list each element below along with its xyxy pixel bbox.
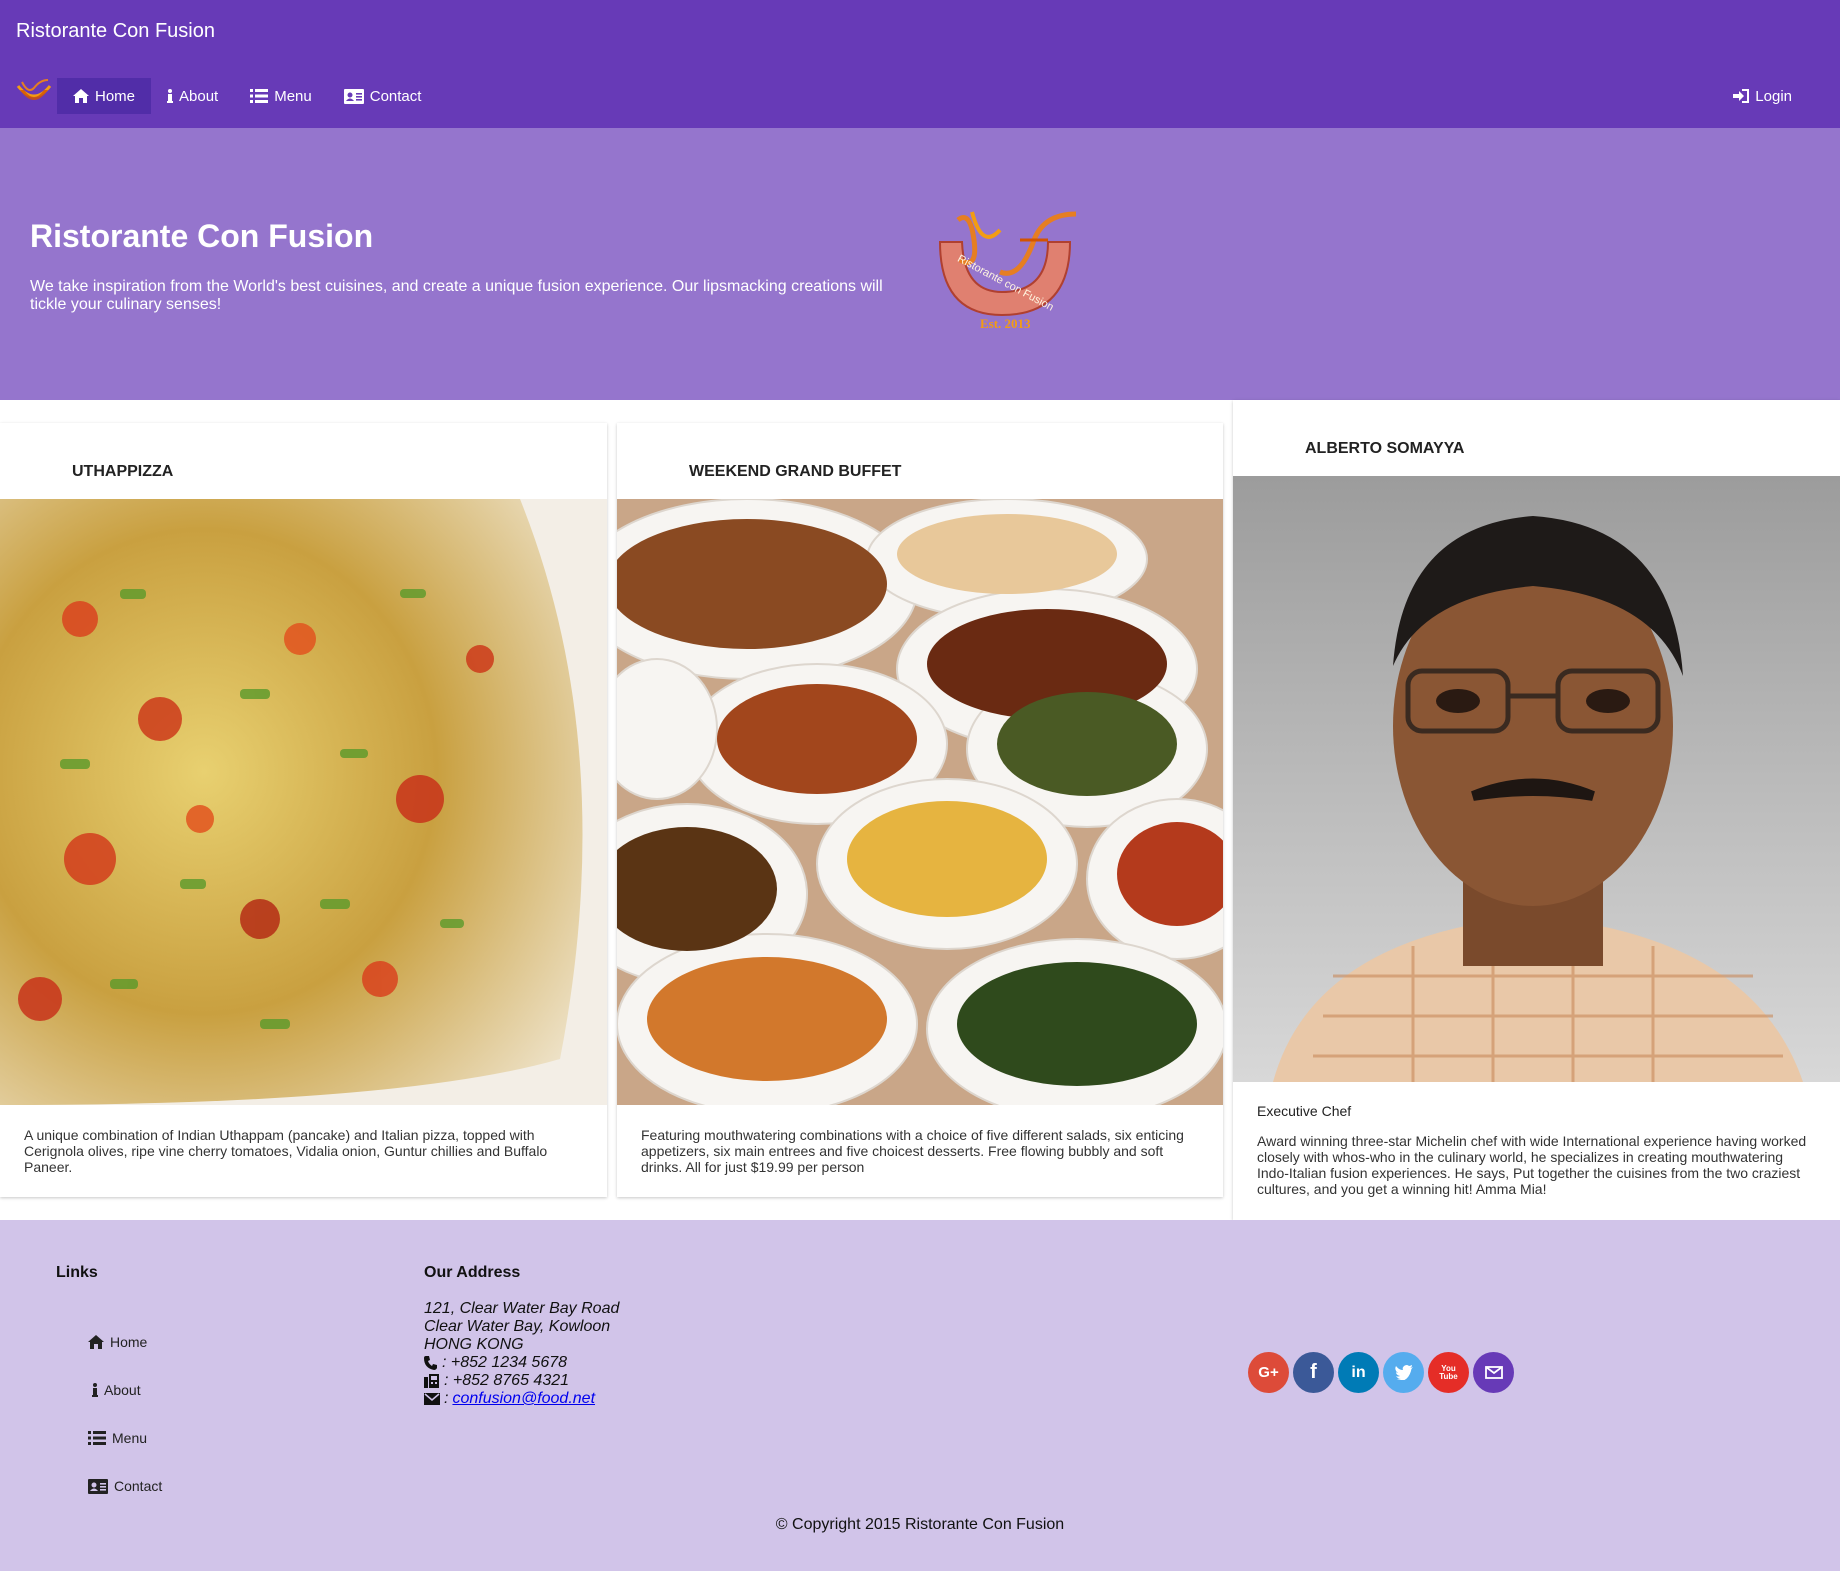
envelope-icon	[424, 1393, 440, 1405]
email-prefix: :	[444, 1390, 449, 1407]
address-block: 121, Clear Water Bay Road Clear Water Ba…	[424, 1300, 619, 1408]
login-label: Login	[1755, 87, 1792, 105]
address-line: 121, Clear Water Bay Road	[424, 1300, 620, 1317]
address-line: Clear Water Bay, Kowloon	[424, 1318, 611, 1335]
sign-in-icon	[1733, 89, 1750, 103]
login-button[interactable]: Login	[1717, 78, 1808, 114]
facebook-icon[interactable]: f	[1293, 1352, 1334, 1393]
chef-photo	[1233, 476, 1840, 1082]
links-heading: Links	[56, 1264, 98, 1281]
footer-links: Home About Menu Contact	[88, 1318, 162, 1510]
fax-line: : +852 8765 4321	[424, 1372, 619, 1390]
jumbotron-title: Ristorante Con Fusion	[30, 218, 374, 254]
nav-menu-label: Menu	[274, 87, 312, 105]
chef-card: ALBERTO SOMAYYA Executive Chef Award win…	[1233, 400, 1840, 1220]
youtube-icon[interactable]: You Tube	[1428, 1352, 1469, 1393]
nav-home-label: Home	[95, 87, 136, 105]
phone-number: : +852 1234 5678	[442, 1354, 568, 1371]
jumbotron-text: We take inspiration from the World's bes…	[30, 278, 883, 313]
phone-icon	[424, 1356, 437, 1370]
footer-link-label: Home	[110, 1334, 148, 1350]
address-card-icon	[88, 1478, 108, 1494]
fax-icon	[424, 1374, 439, 1388]
info-icon	[92, 1383, 98, 1397]
card-title: UTHAPPIZZA	[72, 463, 174, 480]
list-icon	[250, 89, 269, 103]
nav-contact-label: Contact	[369, 87, 422, 105]
google-plus-icon[interactable]: G+	[1248, 1352, 1289, 1393]
social-buttons: G+ f in You Tube	[1248, 1352, 1514, 1393]
chef-designation: Executive Chef	[1257, 1103, 1352, 1119]
address-line: HONG KONG	[424, 1336, 524, 1353]
home-icon	[88, 1335, 104, 1349]
copyright: © Copyright 2015 Ristorante Con Fusion	[775, 1516, 1065, 1533]
footer-link-about[interactable]: About	[88, 1366, 162, 1414]
restaurant-logo: Ristorante con Fusion Est. 2013	[938, 211, 1077, 330]
email-icon[interactable]	[1473, 1352, 1514, 1393]
pizza-photo	[0, 499, 607, 1105]
footer-link-menu[interactable]: Menu	[88, 1414, 162, 1462]
dish-card: WEEKEND GRAND BUFFET Featuring mouthwate…	[617, 423, 1223, 1197]
dish-card: UTHAPPIZZA A unique combination of India…	[0, 423, 607, 1197]
brand-logo-icon[interactable]	[14, 76, 54, 108]
card-description: Award winning three-star Michelin chef w…	[1257, 1133, 1807, 1197]
nav-contact[interactable]: Contact	[328, 78, 438, 114]
card-title: ALBERTO SOMAYYA	[1305, 440, 1465, 457]
home-icon	[73, 89, 89, 103]
footer-link-label: Contact	[114, 1478, 163, 1494]
fax-number: : +852 8765 4321	[444, 1372, 570, 1389]
twitter-icon[interactable]	[1383, 1352, 1424, 1393]
email-line: : confusion@food.net	[424, 1390, 619, 1408]
email-link[interactable]: confusion@food.net	[452, 1390, 595, 1408]
footer-link-home[interactable]: Home	[88, 1318, 162, 1366]
linkedin-icon[interactable]: in	[1338, 1352, 1379, 1393]
card-title: WEEKEND GRAND BUFFET	[689, 463, 902, 480]
list-icon	[88, 1431, 106, 1445]
nav-menu[interactable]: Menu	[234, 78, 328, 114]
navbar: Ristorante Con Fusion Home About Menu Co…	[0, 0, 1840, 128]
nav-about-label: About	[179, 87, 219, 105]
info-icon	[167, 89, 174, 103]
brand-title[interactable]: Ristorante Con Fusion	[16, 20, 215, 43]
footer-link-label: Menu	[112, 1430, 148, 1446]
jumbotron: Ristorante Con Fusion We take inspiratio…	[0, 128, 1840, 400]
buffet-photo	[617, 499, 1223, 1105]
footer-link-contact[interactable]: Contact	[88, 1462, 162, 1510]
nav-about[interactable]: About	[151, 78, 234, 114]
phone-line: : +852 1234 5678	[424, 1354, 619, 1372]
footer: Links Home About Menu Contact Our Addres…	[0, 1220, 1840, 1571]
address-card-icon	[343, 88, 364, 104]
logo-est-text: Est. 2013	[980, 316, 1031, 330]
footer-link-label: About	[104, 1382, 141, 1398]
address-heading: Our Address	[424, 1264, 521, 1281]
card-description: A unique combination of Indian Uthappam …	[24, 1127, 548, 1175]
nav-home[interactable]: Home	[57, 78, 152, 114]
card-description: Featuring mouthwatering combinations wit…	[641, 1127, 1184, 1175]
